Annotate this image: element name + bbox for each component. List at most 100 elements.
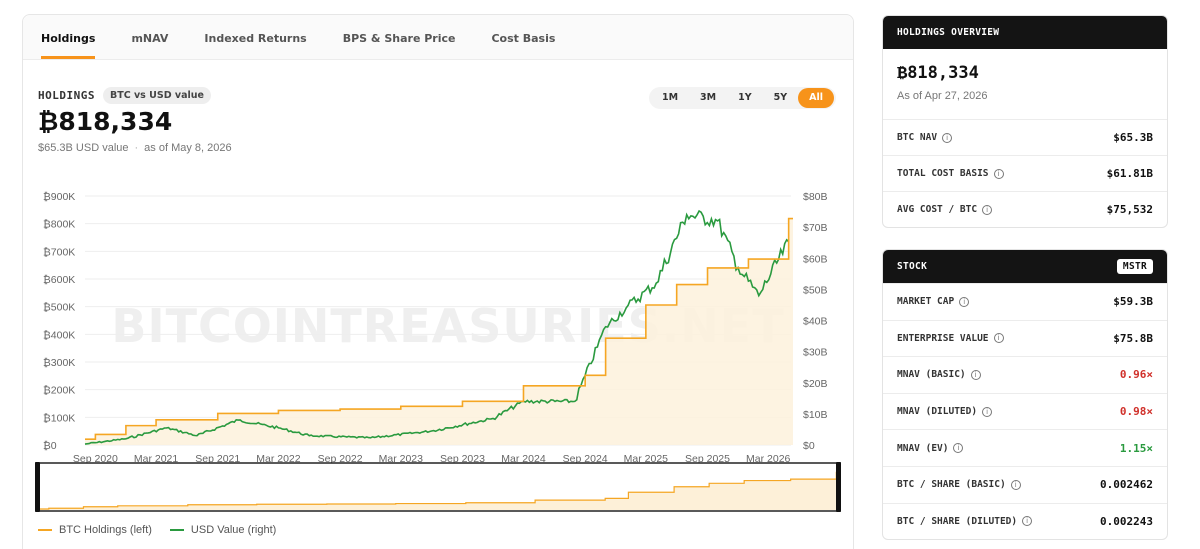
separator-dot: · <box>134 142 139 154</box>
stock-rows: MARKET CAP i $59.3B ENTERPRISE VALUE i $75.8B… <box>883 283 1167 539</box>
range-navigator[interactable] <box>35 462 841 512</box>
range-5y-button[interactable]: 5Y <box>763 88 799 108</box>
row-value: 0.98× <box>1119 405 1153 419</box>
y-right-tick-label: $10B <box>803 409 828 421</box>
legend-usd-value[interactable]: USD Value (right) <box>169 524 277 536</box>
row-label: BTC / SHARE (DILUTED) <box>897 515 1018 527</box>
tab-indexed-returns[interactable]: Indexed Returns <box>204 32 324 59</box>
y-left-tick-label: ₿400K <box>43 329 75 341</box>
y-right-tick-label: $80B <box>803 191 828 203</box>
range-3m-button[interactable]: 3M <box>689 88 727 108</box>
holdings-chart[interactable]: BITCOINTREASURIES.NET₿0₿100K₿200K₿300K₿4… <box>23 170 855 470</box>
y-right-tick-label: $50B <box>803 284 828 296</box>
row-value: $59.3B <box>1113 295 1153 309</box>
y-right-tick-label: $60B <box>803 253 828 265</box>
info-icon[interactable]: i <box>970 369 981 380</box>
stock-row: MARKET CAP i $59.3B <box>883 283 1167 320</box>
range-1m-button[interactable]: 1M <box>651 88 689 108</box>
range-all-button[interactable]: All <box>798 88 834 108</box>
y-right-tick-label: $40B <box>803 316 828 328</box>
holdings-header: HOLDINGS BTC vs USD value <box>38 87 211 104</box>
y-left-tick-label: ₿500K <box>43 302 75 314</box>
info-icon[interactable]: i <box>982 204 993 215</box>
legend-btc-holdings[interactable]: BTC Holdings (left) <box>38 524 152 536</box>
stock-panel: STOCK MSTR MARKET CAP i $59.3B ENTERPRISE V… <box>882 249 1168 541</box>
y-right-tick-label: $20B <box>803 378 828 390</box>
tab-cost-basis[interactable]: Cost Basis <box>491 32 573 59</box>
overview-row-total-cost-basis: TOTAL COST BASIS i $61.81B <box>883 155 1167 191</box>
row-value: $65.3B <box>1113 131 1153 144</box>
row-value: $61.81B <box>1106 167 1153 180</box>
row-label: AVG COST / BTC <box>897 204 978 215</box>
holdings-value: ₿818,334 <box>38 107 173 136</box>
legend-btc-swatch <box>38 529 52 531</box>
row-value: 0.002462 <box>1100 478 1153 492</box>
holdings-card: Holdings mNAV Indexed Returns BPS & Shar… <box>22 14 854 549</box>
row-label: MNAV (DILUTED) <box>897 406 978 418</box>
holdings-subline: $65.3B USD value · as of May 8, 2026 <box>38 142 232 154</box>
row-value: 0.96× <box>1119 368 1153 382</box>
stock-row: ENTERPRISE VALUE i $75.8B <box>883 319 1167 357</box>
stock-title: STOCK <box>897 261 928 272</box>
legend-usd-label: USD Value (right) <box>190 524 277 536</box>
row-value: 1.15× <box>1119 441 1153 455</box>
stock-row: MNAV (EV) i 1.15× <box>883 429 1167 466</box>
navigator-left-handle[interactable] <box>35 462 40 512</box>
navigator-right-handle[interactable] <box>836 462 841 512</box>
legend-btc-label: BTC Holdings (left) <box>59 524 152 536</box>
info-icon[interactable]: i <box>1010 479 1021 490</box>
row-label: MNAV (BASIC) <box>897 369 966 381</box>
overview-title: HOLDINGS OVERVIEW <box>897 27 1000 38</box>
y-left-tick-label: ₿200K <box>43 385 75 397</box>
info-icon[interactable]: i <box>942 132 953 143</box>
stock-row: MNAV (DILUTED) i 0.98× <box>883 392 1167 430</box>
info-icon[interactable]: i <box>982 406 993 417</box>
y-left-tick-label: ₿300K <box>43 357 75 369</box>
row-value: 0.002243 <box>1100 514 1153 528</box>
chart-tabs: Holdings mNAV Indexed Returns BPS & Shar… <box>23 15 853 60</box>
tab-bps-share-price[interactable]: BPS & Share Price <box>343 32 474 59</box>
y-left-tick-label: ₿800K <box>43 219 75 231</box>
info-icon[interactable]: i <box>1022 516 1033 527</box>
info-icon[interactable]: i <box>993 333 1004 344</box>
overview-summary: ₿818,334 As of Apr 27, 2026 <box>883 49 1167 119</box>
y-left-tick-label: ₿100K <box>43 412 75 424</box>
chart-legend: BTC Holdings (left) USD Value (right) <box>38 524 276 536</box>
y-left-tick-label: ₿600K <box>43 274 75 286</box>
holdings-label: HOLDINGS <box>38 89 95 102</box>
tab-holdings[interactable]: Holdings <box>41 32 96 59</box>
row-label: MARKET CAP <box>897 296 955 308</box>
comparison-badge: BTC vs USD value <box>102 87 211 104</box>
row-label: TOTAL COST BASIS <box>897 168 989 179</box>
row-label: BTC / SHARE (BASIC) <box>897 479 1006 491</box>
usd-value-text: $65.3B USD value <box>38 142 129 154</box>
y-left-tick-label: ₿0 <box>43 440 57 452</box>
row-label: BTC NAV <box>897 132 938 143</box>
overview-row-btc-nav: BTC NAV i $65.3B <box>883 119 1167 155</box>
y-left-tick-label: ₿900K <box>43 191 75 203</box>
row-value: $75.8B <box>1113 331 1153 345</box>
info-icon[interactable]: i <box>959 296 970 307</box>
overview-row-avg-cost: AVG COST / BTC i $75,532 <box>883 191 1167 227</box>
legend-usd-swatch <box>169 529 184 531</box>
overview-header: HOLDINGS OVERVIEW <box>883 16 1167 49</box>
stock-row: MNAV (BASIC) i 0.96× <box>883 356 1167 393</box>
tab-mnav[interactable]: mNAV <box>131 32 186 59</box>
stock-header: STOCK MSTR <box>883 250 1167 283</box>
holdings-overview-panel: HOLDINGS OVERVIEW ₿818,334 As of Apr 27,… <box>882 15 1168 228</box>
overview-as-of: As of Apr 27, 2026 <box>897 90 988 102</box>
ticker-badge: MSTR <box>1116 259 1153 274</box>
info-icon[interactable]: i <box>953 443 964 454</box>
y-right-tick-label: $70B <box>803 222 828 234</box>
range-1y-button[interactable]: 1Y <box>727 88 763 108</box>
row-label: ENTERPRISE VALUE <box>897 332 989 344</box>
y-right-tick-label: $30B <box>803 347 828 359</box>
stock-row: BTC / SHARE (BASIC) i 0.002462 <box>883 465 1167 503</box>
row-value: $75,532 <box>1106 203 1153 216</box>
y-right-tick-label: $0 <box>803 440 815 452</box>
y-left-tick-label: ₿700K <box>43 246 75 258</box>
time-range-selector: 1M 3M 1Y 5Y All <box>648 87 836 109</box>
stock-row: BTC / SHARE (DILUTED) i 0.002243 <box>883 502 1167 540</box>
row-label: MNAV (EV) <box>897 442 949 454</box>
info-icon[interactable]: i <box>993 168 1004 179</box>
